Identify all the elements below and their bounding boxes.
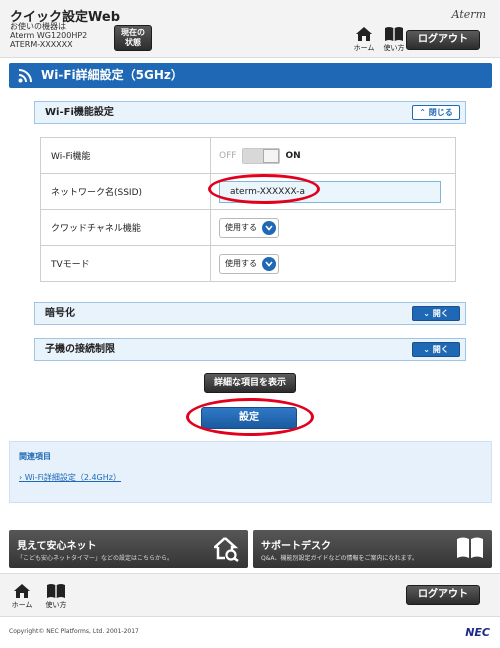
chevron-down-icon: ⌄ (423, 309, 430, 318)
ssid-label: ネットワーク名(SSID) (40, 173, 211, 210)
ssid-highlight-circle (208, 174, 320, 204)
collapse-wifi-function-button[interactable]: ⌃ 閉じる (412, 105, 460, 120)
footer-logout-button[interactable]: ログアウト (406, 585, 480, 605)
table-row: クワッドチャネル機能 使用する (40, 209, 456, 246)
related-link-wifi-24ghz[interactable]: › Wi-Fi詳細設定（2.4GHz） (19, 472, 121, 483)
table-row: TVモード 使用する (40, 245, 456, 282)
section-access-limit: 子機の接続制限 ⌄ 開く (34, 338, 466, 361)
current-status-button[interactable]: 現在の 状態 (114, 25, 152, 51)
tv-mode-select[interactable]: 使用する (219, 253, 279, 274)
footer-help-button[interactable]: 使い方 (39, 583, 73, 610)
chevron-up-icon: ⌃ (419, 108, 426, 117)
chevron-down-icon (262, 220, 276, 235)
copyright: Copyright© NEC Platforms, Ltd. 2001-2017 (9, 628, 139, 635)
book-icon (385, 27, 403, 41)
tv-mode-label: TVモード (40, 245, 211, 282)
header: クイック設定Web お使いの機器は Aterm WG1200HP2 ATERM-… (0, 0, 500, 58)
related-items-panel: 関連項目 › Wi-Fi詳細設定（2.4GHz） (9, 441, 492, 503)
device-caption: お使いの機器は (10, 22, 66, 31)
home-icon (14, 584, 30, 598)
support-desk-card[interactable]: サポートデスク Q&A、機能別設定ガイドなどの情報をご案内になれます。 (253, 530, 492, 568)
quad-channel-label: クワッドチャネル機能 (40, 209, 211, 246)
show-details-button[interactable]: 詳細な項目を表示 (204, 373, 296, 393)
wifi-function-label: Wi-Fi機能 (40, 137, 211, 174)
save-highlight-circle (186, 398, 314, 436)
expand-encryption-button[interactable]: ⌄ 開く (412, 306, 460, 321)
aterm-logo: Aterm (451, 8, 486, 21)
related-heading: 関連項目 (19, 452, 51, 461)
chevron-down-icon: ⌄ (423, 345, 430, 354)
mieru-anshin-net-card[interactable]: 見えて安心ネット 「こども安心ネットタイマー」などの設定はこちらから。 (9, 530, 248, 568)
footer: ホーム 使い方 ログアウト (0, 573, 500, 617)
wifi-function-switch[interactable]: OFF ON (219, 147, 301, 164)
chevron-down-icon (262, 256, 276, 271)
page-title: Wi-Fi詳細設定（5GHz） (9, 63, 492, 88)
footer-home-button[interactable]: ホーム (5, 583, 39, 610)
table-row: Wi-Fi機能 OFF ON (40, 137, 456, 174)
book-icon (47, 584, 65, 598)
home-nav-button[interactable]: ホーム (347, 26, 381, 53)
home-icon (356, 27, 372, 41)
expand-access-limit-button[interactable]: ⌄ 開く (412, 342, 460, 357)
switch-knob (263, 148, 280, 163)
wifi-icon (18, 69, 32, 83)
nec-logo: NEC (465, 626, 490, 639)
book-icon (457, 537, 483, 558)
house-search-icon (214, 537, 239, 562)
device-model: Aterm WG1200HP2 (10, 31, 88, 40)
device-name: ATERM-XXXXXX (10, 40, 73, 49)
wifi-settings-table: Wi-Fi機能 OFF ON ネットワーク名(SSID) aterm-XXXXX… (40, 137, 456, 282)
section-encryption: 暗号化 ⌄ 開く (34, 302, 466, 325)
quad-channel-select[interactable]: 使用する (219, 217, 279, 238)
logout-button[interactable]: ログアウト (406, 30, 480, 50)
section-wifi-function: Wi-Fi機能設定 ⌃ 閉じる (34, 101, 466, 124)
